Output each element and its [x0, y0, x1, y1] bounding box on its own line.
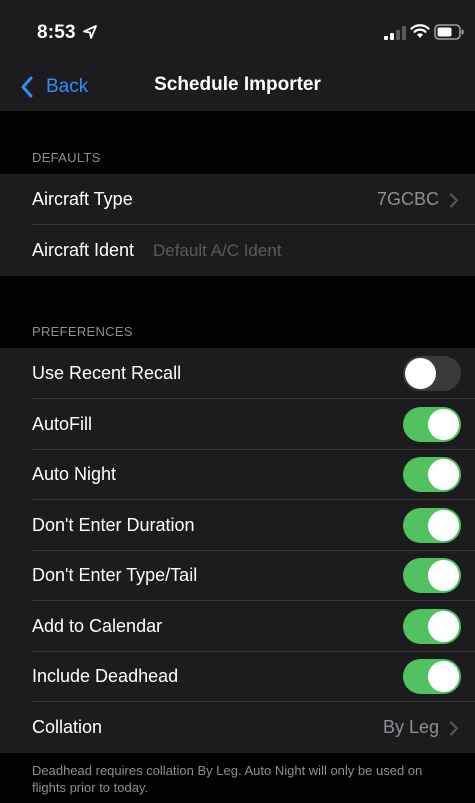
toggle-row-dont-enter-duration: Don't Enter Duration	[0, 500, 475, 551]
chevron-right-icon	[450, 721, 458, 736]
defaults-section-header: DEFAULTS	[32, 150, 101, 165]
aircraft-ident-row: Aircraft Ident	[0, 225, 475, 276]
toggle-row-label: Use Recent Recall	[32, 363, 182, 383]
toggle-row-label: Auto Night	[32, 464, 117, 484]
toggle-row-label: Don't Enter Type/Tail	[32, 565, 198, 585]
switch-knob	[428, 409, 459, 440]
chevron-right-icon	[450, 193, 458, 208]
autofill-switch[interactable]	[403, 407, 461, 442]
defaults-group: Aircraft Type 7GCBC Aircraft Ident	[0, 174, 475, 276]
toggle-row-dont-enter-type-tail: Don't Enter Type/Tail	[0, 550, 475, 601]
toggle-row-label: Include Deadhead	[32, 666, 179, 686]
status-bar: 8:53	[0, 0, 475, 62]
toggle-row-auto-night: Auto Night	[0, 449, 475, 500]
battery-icon	[434, 24, 464, 40]
toggle-row-include-deadhead: Include Deadhead	[0, 651, 475, 702]
use-recent-recall-switch[interactable]	[403, 356, 461, 391]
toggle-row-use-recent-recall: Use Recent Recall	[0, 348, 475, 399]
toggle-row-label: Add to Calendar	[32, 616, 163, 636]
aircraft-type-label: Aircraft Type	[32, 189, 133, 209]
add-to-calendar-switch[interactable]	[403, 609, 461, 644]
status-time: 8:53	[37, 22, 76, 43]
aircraft-type-value: 7GCBC	[376, 189, 439, 209]
auto-night-switch[interactable]	[403, 457, 461, 492]
toggle-row-label: AutoFill	[32, 414, 93, 434]
footer-note: Deadhead requires collation By Leg. Auto…	[32, 763, 423, 795]
dont-enter-type-tail-switch[interactable]	[403, 558, 461, 593]
switch-knob	[428, 611, 459, 642]
wifi-icon	[410, 24, 430, 38]
collation-row[interactable]: Collation By Leg	[0, 702, 475, 753]
aircraft-type-row[interactable]: Aircraft Type 7GCBC	[0, 174, 475, 225]
dont-enter-duration-switch[interactable]	[403, 508, 461, 543]
toggle-row-autofill: AutoFill	[0, 399, 475, 450]
include-deadhead-switch[interactable]	[403, 659, 461, 694]
switch-knob	[428, 459, 459, 490]
collation-label: Collation	[32, 717, 103, 737]
aircraft-ident-label: Aircraft Ident	[32, 240, 135, 260]
page-title: Schedule Importer	[154, 74, 321, 95]
navigation-bar: Back Schedule Importer	[0, 62, 475, 111]
toggle-row-label: Don't Enter Duration	[32, 515, 195, 535]
aircraft-ident-input[interactable]	[153, 241, 403, 261]
cellular-signal-icon	[384, 26, 406, 40]
preferences-section-header: PREFERENCES	[32, 324, 133, 339]
switch-knob	[428, 661, 459, 692]
preferences-group: Use Recent Recall AutoFill Auto Night Do…	[0, 348, 475, 753]
switch-knob	[428, 560, 459, 591]
toggle-row-add-to-calendar: Add to Calendar	[0, 601, 475, 652]
collation-value: By Leg	[382, 717, 439, 737]
switch-knob	[428, 510, 459, 541]
location-arrow-icon	[83, 25, 97, 39]
switch-knob	[405, 358, 436, 389]
